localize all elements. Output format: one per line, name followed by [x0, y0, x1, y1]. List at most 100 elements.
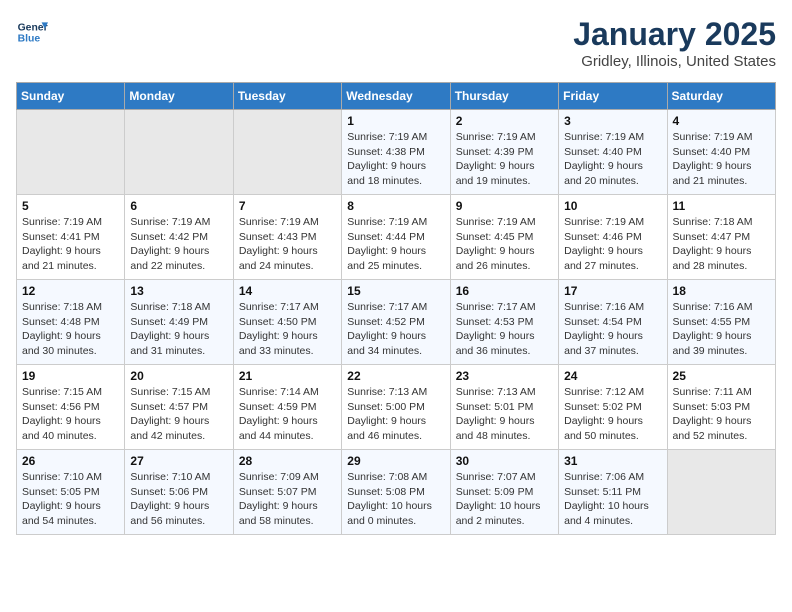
- day-number: 27: [130, 454, 227, 468]
- day-info: Sunrise: 7:06 AM Sunset: 5:11 PM Dayligh…: [564, 470, 661, 529]
- day-number: 23: [456, 369, 553, 383]
- week-row-5: 26 Sunrise: 7:10 AM Sunset: 5:05 PM Dayli…: [17, 450, 776, 535]
- day-info: Sunrise: 7:18 AM Sunset: 4:49 PM Dayligh…: [130, 300, 227, 359]
- day-number: 28: [239, 454, 336, 468]
- day-number: 13: [130, 284, 227, 298]
- day-header-saturday: Saturday: [667, 83, 775, 110]
- calendar-cell: 27 Sunrise: 7:10 AM Sunset: 5:06 PM Dayli…: [125, 450, 233, 535]
- calendar-cell: [125, 110, 233, 195]
- calendar-cell: 10 Sunrise: 7:19 AM Sunset: 4:46 PM Dayli…: [559, 195, 667, 280]
- calendar-cell: 22 Sunrise: 7:13 AM Sunset: 5:00 PM Dayli…: [342, 365, 450, 450]
- day-number: 9: [456, 199, 553, 213]
- location-subtitle: Gridley, Illinois, United States: [573, 53, 776, 70]
- week-row-3: 12Sunrise: 7:18 AM Sunset: 4:48 PM Dayli…: [17, 280, 776, 365]
- day-info: Sunrise: 7:18 AM Sunset: 4:47 PM Dayligh…: [673, 215, 770, 274]
- day-info: Sunrise: 7:10 AM Sunset: 5:06 PM Dayligh…: [130, 470, 227, 529]
- logo-icon: General Blue: [16, 16, 48, 48]
- calendar-cell: 19 Sunrise: 7:15 AM Sunset: 4:56 PM Dayli…: [17, 365, 125, 450]
- day-number: 8: [347, 199, 444, 213]
- day-header-friday: Friday: [559, 83, 667, 110]
- calendar-cell: 31 Sunrise: 7:06 AM Sunset: 5:11 PM Dayli…: [559, 450, 667, 535]
- day-number: 30: [456, 454, 553, 468]
- day-info: Sunrise: 7:12 AM Sunset: 5:02 PM Dayligh…: [564, 385, 661, 444]
- day-info: Sunrise: 7:15 AM Sunset: 4:57 PM Dayligh…: [130, 385, 227, 444]
- page-header: General Blue January 2025 Gridley, Illin…: [16, 16, 776, 70]
- day-info: Sunrise: 7:19 AM Sunset: 4:46 PM Dayligh…: [564, 215, 661, 274]
- day-info: Sunrise: 7:19 AM Sunset: 4:41 PM Dayligh…: [22, 215, 119, 274]
- day-number: 6: [130, 199, 227, 213]
- day-number: 5: [22, 199, 119, 213]
- calendar-cell: 6 Sunrise: 7:19 AM Sunset: 4:42 PM Daylig…: [125, 195, 233, 280]
- day-number: 15: [347, 284, 444, 298]
- day-number: 12: [22, 284, 119, 298]
- day-info: Sunrise: 7:14 AM Sunset: 4:59 PM Dayligh…: [239, 385, 336, 444]
- calendar-cell: 16 Sunrise: 7:17 AM Sunset: 4:53 PM Dayli…: [450, 280, 558, 365]
- day-info: Sunrise: 7:19 AM Sunset: 4:45 PM Dayligh…: [456, 215, 553, 274]
- calendar-cell: 24 Sunrise: 7:12 AM Sunset: 5:02 PM Dayli…: [559, 365, 667, 450]
- calendar-cell: 18 Sunrise: 7:16 AM Sunset: 4:55 PM Dayli…: [667, 280, 775, 365]
- day-number: 22: [347, 369, 444, 383]
- day-info: Sunrise: 7:19 AM Sunset: 4:40 PM Dayligh…: [673, 130, 770, 189]
- day-info: Sunrise: 7:13 AM Sunset: 5:01 PM Dayligh…: [456, 385, 553, 444]
- day-info: Sunrise: 7:19 AM Sunset: 4:42 PM Dayligh…: [130, 215, 227, 274]
- day-number: 25: [673, 369, 770, 383]
- calendar-cell: 8 Sunrise: 7:19 AM Sunset: 4:44 PM Daylig…: [342, 195, 450, 280]
- header-row: SundayMondayTuesdayWednesdayThursdayFrid…: [17, 83, 776, 110]
- day-info: Sunrise: 7:16 AM Sunset: 4:55 PM Dayligh…: [673, 300, 770, 359]
- day-info: Sunrise: 7:15 AM Sunset: 4:56 PM Dayligh…: [22, 385, 119, 444]
- day-info: Sunrise: 7:10 AM Sunset: 5:05 PM Dayligh…: [22, 470, 119, 529]
- svg-text:Blue: Blue: [18, 34, 41, 45]
- calendar-cell: [17, 110, 125, 195]
- day-number: 26: [22, 454, 119, 468]
- calendar-table: SundayMondayTuesdayWednesdayThursdayFrid…: [16, 82, 776, 535]
- day-number: 4: [673, 114, 770, 128]
- calendar-cell: 12Sunrise: 7:18 AM Sunset: 4:48 PM Dayli…: [17, 280, 125, 365]
- day-number: 2: [456, 114, 553, 128]
- title-block: January 2025 Gridley, Illinois, United S…: [573, 16, 776, 70]
- calendar-cell: 7Sunrise: 7:19 AM Sunset: 4:43 PM Daylig…: [233, 195, 341, 280]
- day-info: Sunrise: 7:19 AM Sunset: 4:40 PM Dayligh…: [564, 130, 661, 189]
- calendar-cell: 1Sunrise: 7:19 AM Sunset: 4:38 PM Daylig…: [342, 110, 450, 195]
- day-number: 7: [239, 199, 336, 213]
- calendar-cell: 17 Sunrise: 7:16 AM Sunset: 4:54 PM Dayli…: [559, 280, 667, 365]
- calendar-cell: 14 Sunrise: 7:17 AM Sunset: 4:50 PM Dayli…: [233, 280, 341, 365]
- day-number: 31: [564, 454, 661, 468]
- month-title: January 2025: [573, 16, 776, 53]
- day-header-tuesday: Tuesday: [233, 83, 341, 110]
- day-info: Sunrise: 7:16 AM Sunset: 4:54 PM Dayligh…: [564, 300, 661, 359]
- day-number: 24: [564, 369, 661, 383]
- day-number: 19: [22, 369, 119, 383]
- day-info: Sunrise: 7:11 AM Sunset: 5:03 PM Dayligh…: [673, 385, 770, 444]
- day-number: 3: [564, 114, 661, 128]
- calendar-cell: 21 Sunrise: 7:14 AM Sunset: 4:59 PM Dayli…: [233, 365, 341, 450]
- calendar-cell: [233, 110, 341, 195]
- day-number: 20: [130, 369, 227, 383]
- day-info: Sunrise: 7:19 AM Sunset: 4:39 PM Dayligh…: [456, 130, 553, 189]
- day-number: 11: [673, 199, 770, 213]
- day-number: 10: [564, 199, 661, 213]
- day-header-sunday: Sunday: [17, 83, 125, 110]
- day-info: Sunrise: 7:09 AM Sunset: 5:07 PM Dayligh…: [239, 470, 336, 529]
- day-info: Sunrise: 7:13 AM Sunset: 5:00 PM Dayligh…: [347, 385, 444, 444]
- day-info: Sunrise: 7:08 AM Sunset: 5:08 PM Dayligh…: [347, 470, 444, 529]
- calendar-cell: 15Sunrise: 7:17 AM Sunset: 4:52 PM Dayli…: [342, 280, 450, 365]
- day-number: 17: [564, 284, 661, 298]
- calendar-cell: [667, 450, 775, 535]
- day-info: Sunrise: 7:17 AM Sunset: 4:53 PM Dayligh…: [456, 300, 553, 359]
- week-row-4: 19 Sunrise: 7:15 AM Sunset: 4:56 PM Dayli…: [17, 365, 776, 450]
- day-info: Sunrise: 7:17 AM Sunset: 4:50 PM Dayligh…: [239, 300, 336, 359]
- day-number: 18: [673, 284, 770, 298]
- day-info: Sunrise: 7:19 AM Sunset: 4:38 PM Dayligh…: [347, 130, 444, 189]
- day-header-monday: Monday: [125, 83, 233, 110]
- day-info: Sunrise: 7:19 AM Sunset: 4:44 PM Dayligh…: [347, 215, 444, 274]
- calendar-cell: 20 Sunrise: 7:15 AM Sunset: 4:57 PM Dayli…: [125, 365, 233, 450]
- day-number: 14: [239, 284, 336, 298]
- day-number: 21: [239, 369, 336, 383]
- day-number: 16: [456, 284, 553, 298]
- calendar-cell: 9 Sunrise: 7:19 AM Sunset: 4:45 PM Daylig…: [450, 195, 558, 280]
- day-number: 29: [347, 454, 444, 468]
- week-row-1: 1Sunrise: 7:19 AM Sunset: 4:38 PM Daylig…: [17, 110, 776, 195]
- week-row-2: 5 Sunrise: 7:19 AM Sunset: 4:41 PM Daylig…: [17, 195, 776, 280]
- calendar-cell: 5 Sunrise: 7:19 AM Sunset: 4:41 PM Daylig…: [17, 195, 125, 280]
- calendar-cell: 25 Sunrise: 7:11 AM Sunset: 5:03 PM Dayli…: [667, 365, 775, 450]
